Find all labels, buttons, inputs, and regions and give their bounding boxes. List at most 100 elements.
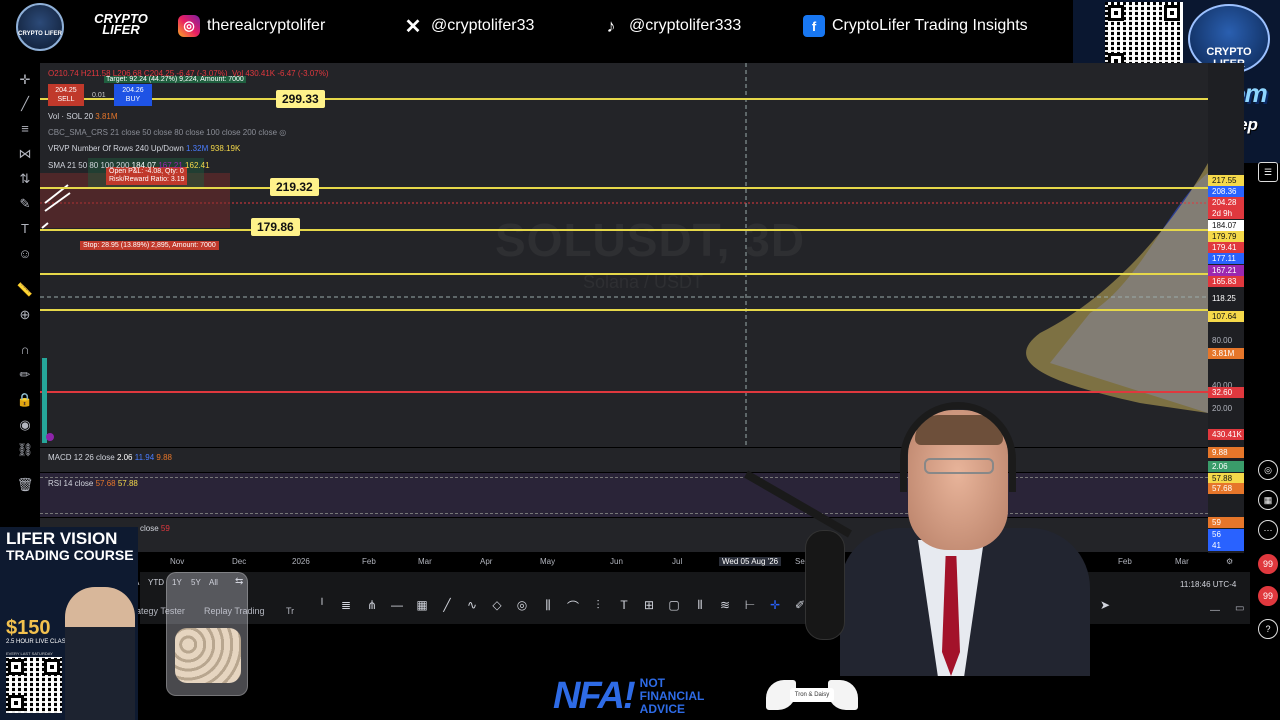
zoom-tool-icon[interactable]: ⊕: [16, 306, 34, 324]
lock-icon[interactable]: 🔒: [16, 391, 34, 409]
trendline-tool-icon[interactable]: ╱: [16, 95, 34, 113]
level-line-219[interactable]: [40, 187, 1208, 189]
time-label: Mar: [418, 557, 432, 566]
alert-icon[interactable]: [46, 433, 54, 441]
wave-icon[interactable]: ∿: [464, 598, 480, 614]
curve-icon[interactable]: ⌒: [565, 598, 581, 614]
axis-label: 3.81M: [1208, 348, 1244, 359]
settings-gear-icon[interactable]: ⚙: [1226, 557, 1233, 566]
price-label-299[interactable]: 299.33: [276, 90, 325, 108]
nfa-logo: NFA! NOT FINANCIAL ADVICE: [553, 674, 705, 717]
target-label: Target: 92.24 (44.27%) 9,224, Amount: 70…: [104, 76, 246, 83]
sma-legend: SMA 21 50 80 100 200 184.07 167.21 162.4…: [48, 161, 210, 170]
axis-label: 2.06: [1208, 461, 1244, 472]
tiktok-icon: ♪: [600, 15, 622, 37]
crosshair-date-label: Wed 05 Aug '26: [719, 557, 782, 566]
price-chart[interactable]: SOLUSDT, 3D Solana / USDT 299.33 219.32 …: [40, 63, 1208, 447]
spread-value: 0.01: [92, 92, 106, 99]
time-label: May: [540, 557, 556, 566]
fib-tool-icon[interactable]: ≡: [16, 120, 34, 138]
webcam-presenter: [744, 402, 1090, 676]
frame-icon[interactable]: ▢: [666, 598, 682, 614]
time-label: 2026: [292, 557, 310, 566]
clock-readout: 11:18:46 UTC-4: [1180, 580, 1237, 589]
sma-cross-legend: CBC_SMA_CRS 21 close 50 close 80 close 1…: [48, 128, 287, 137]
columns-icon[interactable]: ⫴: [692, 598, 708, 614]
fib-bottom-icon[interactable]: ≋: [717, 598, 733, 614]
volume-profile-bars: [1026, 163, 1208, 413]
emoji-tool-icon[interactable]: ☺: [16, 245, 34, 263]
lines-icon[interactable]: ≣: [338, 598, 354, 614]
level-line-107[interactable]: [40, 309, 1208, 311]
text-tool-icon[interactable]: T: [16, 220, 34, 238]
magnet-tool-icon[interactable]: ∩: [16, 341, 34, 359]
facebook-icon: f: [803, 15, 825, 37]
table-icon[interactable]: ⊞: [641, 598, 657, 614]
watchlist-icon[interactable]: ☰: [1258, 162, 1278, 182]
diamond-icon[interactable]: ◇: [489, 598, 505, 614]
stay-drawing-icon[interactable]: ✏: [16, 366, 34, 384]
price-axis[interactable]: 217.55 208.36 204.28 2d 9h 184.07 179.79…: [1208, 63, 1244, 553]
measure-icon[interactable]: ⊢: [742, 598, 758, 614]
minimize-icon[interactable]: —: [1210, 605, 1220, 616]
axis-label: 107.64: [1208, 311, 1244, 322]
ruler-tool-icon[interactable]: 📏: [16, 281, 34, 299]
x-icon: ✕: [402, 15, 424, 38]
pattern-tool-icon[interactable]: ⋈: [16, 145, 34, 163]
alerts-icon[interactable]: ◎: [1258, 460, 1278, 480]
price-label-179[interactable]: 179.86: [251, 218, 300, 236]
course-price: $150: [6, 617, 51, 639]
time-label: Jul: [672, 557, 683, 566]
circle-icon[interactable]: ◎: [514, 598, 530, 614]
drawing-toolbar: ✛ ╱ ≡ ⋈ ⇅ ✎ T ☺ 📏 ⊕ ∩ ✏ 🔒 ◉ ⛓ 🗑: [8, 63, 40, 513]
volume-bars: [42, 358, 47, 443]
axis-label: 57.68: [1208, 483, 1244, 494]
ray-icon[interactable]: ╱: [439, 598, 455, 614]
calendar-icon[interactable]: ▦: [1258, 490, 1278, 510]
vertical-line-icon[interactable]: ╵: [314, 598, 330, 614]
range-ytd[interactable]: YTD: [148, 578, 164, 587]
time-label: Mar: [1175, 557, 1189, 566]
buy-button[interactable]: 204.26 BUY: [114, 84, 152, 106]
price-label-219[interactable]: 219.32: [270, 178, 319, 196]
level-line-165[interactable]: [40, 273, 1208, 275]
sell-button[interactable]: 204.25 SELL: [48, 84, 84, 106]
microphone: [805, 530, 845, 640]
oscillator-legend: close 59: [140, 524, 170, 533]
level-line-299[interactable]: [40, 98, 1208, 100]
chat-icon[interactable]: 99: [1258, 586, 1278, 606]
doves-logo: Tron & Daisy: [762, 674, 862, 718]
tiktok-handle: ♪ @cryptolifer333: [600, 15, 741, 37]
cursor-icon[interactable]: ➤: [1097, 598, 1113, 614]
brush-tool-icon[interactable]: ✎: [16, 195, 34, 213]
axis-label: 179.79: [1208, 231, 1244, 242]
grid-icon[interactable]: ▦: [414, 598, 430, 614]
maximize-icon[interactable]: ▭: [1235, 603, 1244, 614]
bars-icon[interactable]: ⫼: [540, 598, 556, 614]
instagram-handle: ◎ therealcryptolifer: [178, 15, 325, 37]
eye-icon[interactable]: ◉: [16, 416, 34, 434]
level-line-179[interactable]: [40, 229, 1208, 231]
notifications-icon[interactable]: 99: [1258, 554, 1278, 574]
candles-icon[interactable]: ⫶: [590, 598, 606, 614]
axis-label: 184.07: [1208, 220, 1244, 231]
prediction-tool-icon[interactable]: ⇅: [16, 170, 34, 188]
apps-icon[interactable]: ⋯: [1258, 520, 1278, 540]
axis-label: 208.36: [1208, 186, 1244, 197]
help-icon[interactable]: ?: [1258, 619, 1278, 639]
facebook-handle: f CryptoLifer Trading Insights: [803, 15, 1028, 37]
trash-icon[interactable]: 🗑: [16, 476, 34, 494]
crosshair-tool-icon[interactable]: ✛: [16, 71, 34, 89]
eye-hidden-icon[interactable]: ◎: [279, 128, 286, 137]
pitchfork-icon[interactable]: ⋔: [364, 598, 380, 614]
x-handle: ✕ @cryptolifer33: [402, 15, 534, 38]
tab-trading-panel[interactable]: Tr: [286, 606, 294, 616]
course-title: LIFER VISION TRADING COURSE: [6, 529, 134, 563]
axis-label: 32.60: [1208, 387, 1244, 398]
link-icon[interactable]: ⛓: [16, 441, 34, 459]
crosshair-active-icon[interactable]: ✛: [767, 598, 783, 614]
instagram-icon: ◎: [178, 15, 200, 37]
text-icon[interactable]: T: [616, 598, 632, 614]
stop-label: Stop: 28.95 (13.89%) 2,895, Amount: 7000: [80, 241, 219, 250]
horizontal-line-icon[interactable]: —: [389, 598, 405, 614]
